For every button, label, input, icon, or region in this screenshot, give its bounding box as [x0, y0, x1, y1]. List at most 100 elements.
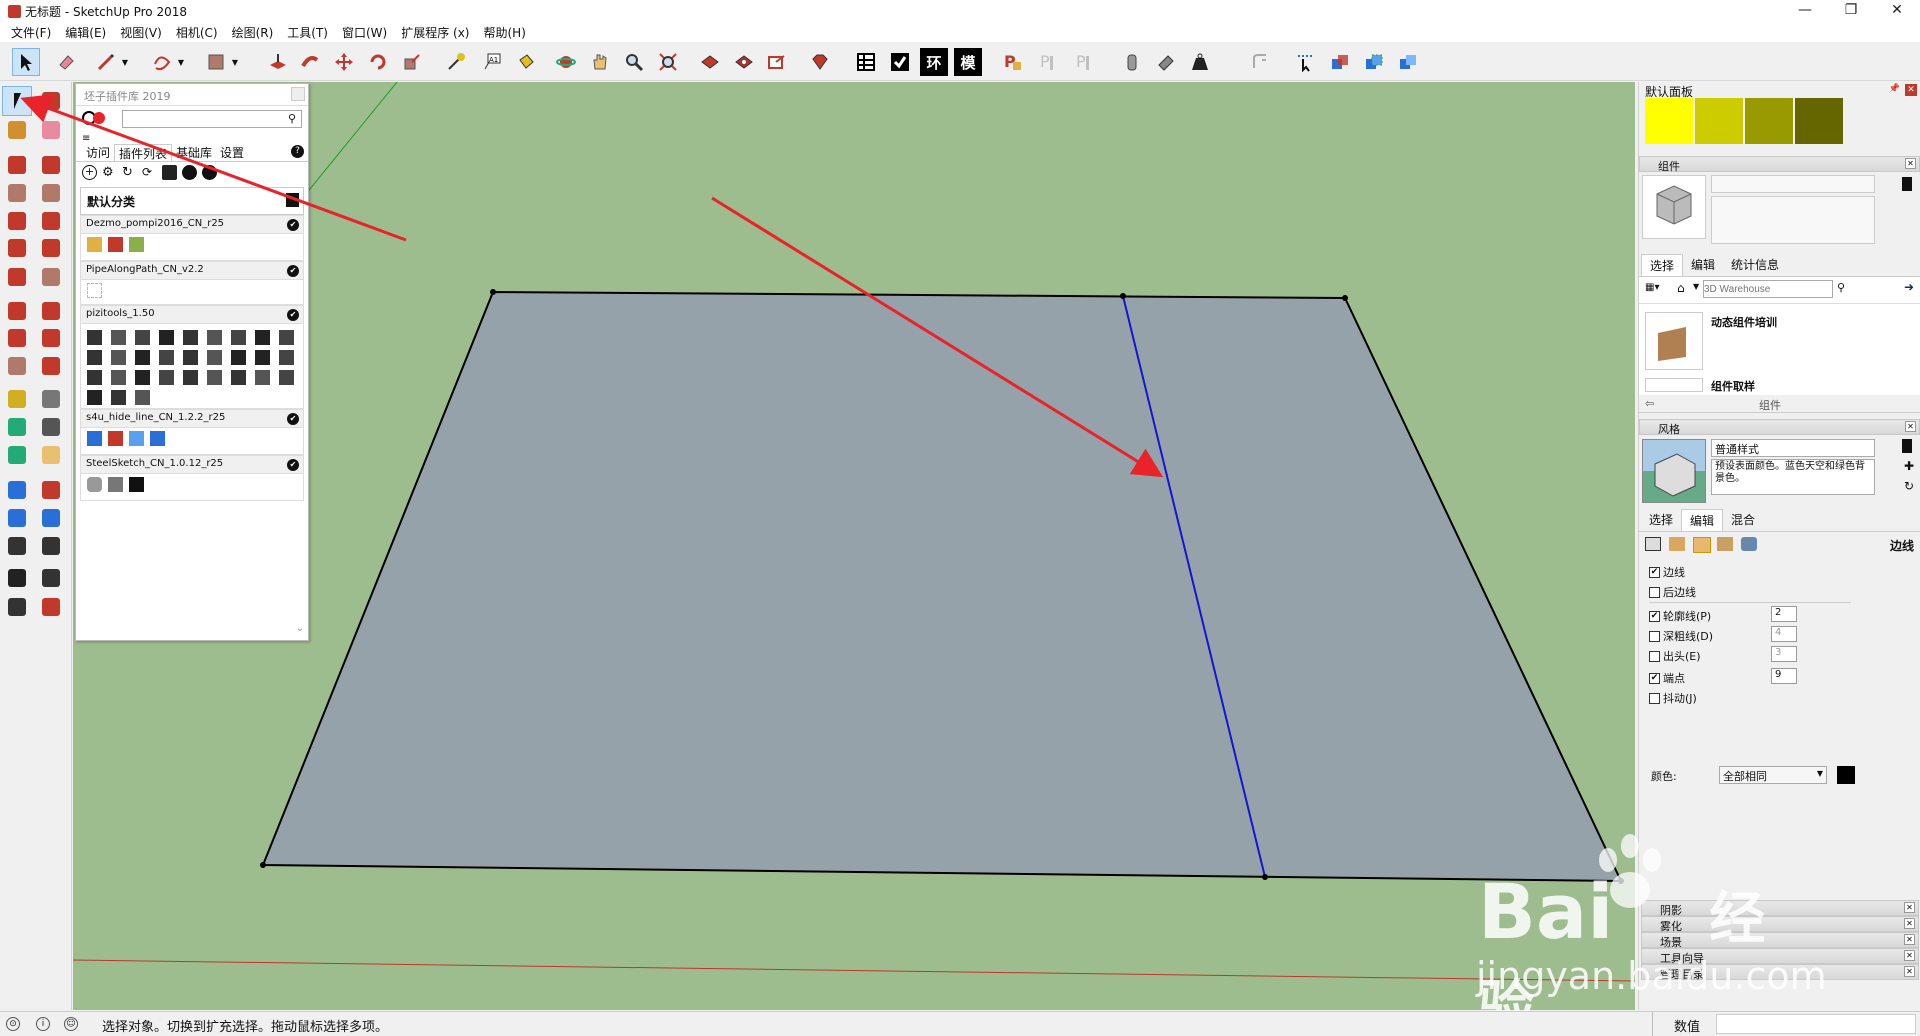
- tool-icon[interactable]: [87, 390, 102, 405]
- component-description-field[interactable]: [1711, 196, 1875, 244]
- tool-icon[interactable]: [135, 350, 150, 365]
- tool-icon[interactable]: [111, 330, 126, 345]
- edge-settings-icon[interactable]: [1645, 537, 1661, 551]
- category-header-s4u-hide-line[interactable]: s4u_hide_line_CN_1.2.2_r25 ✔: [81, 410, 303, 428]
- hide-line-tool-2[interactable]: [1326, 48, 1354, 76]
- tool-icon[interactable]: [255, 350, 270, 365]
- hamburger-menu-icon[interactable]: ≡: [82, 133, 90, 144]
- plugin-search-input[interactable]: [122, 110, 302, 128]
- tool-icon[interactable]: [183, 350, 198, 365]
- menu-edit[interactable]: 编辑(E): [58, 22, 113, 42]
- geo-location-icon[interactable]: ⊙: [6, 1017, 20, 1031]
- tool-icon[interactable]: [135, 330, 150, 345]
- select-tool[interactable]: [12, 48, 40, 76]
- rotated-rect-tool[interactable]: [36, 178, 66, 208]
- styles-tab-mix[interactable]: 混合: [1723, 509, 1763, 531]
- component-item-thumbnail[interactable]: [1645, 312, 1703, 370]
- component-item-title[interactable]: 组件取样: [1711, 378, 1755, 394]
- tool-icon[interactable]: [207, 370, 222, 385]
- polygon-tool[interactable]: [36, 206, 66, 236]
- stacked-squares-dashed-icon[interactable]: [129, 431, 144, 446]
- tool-icon[interactable]: [279, 350, 294, 365]
- styles-tab-edit[interactable]: 编辑: [1681, 509, 1724, 531]
- check-circle-icon[interactable]: ✔: [287, 309, 299, 321]
- check-circle-icon[interactable]: ✔: [287, 219, 299, 231]
- dropdown-arrow-icon[interactable]: ▼: [1693, 282, 1699, 291]
- plugin-p-icon[interactable]: [108, 237, 123, 252]
- line-tool-dropdown[interactable]: ▼: [118, 48, 132, 76]
- scroll-down-icon[interactable]: ⌄: [296, 623, 304, 634]
- circle-tool[interactable]: [2, 206, 32, 236]
- depth-cue-option[interactable]: 深粗线(D): [1649, 628, 1713, 644]
- hide-line-icon[interactable]: [87, 431, 102, 446]
- text-tool[interactable]: A1: [478, 48, 506, 76]
- tool-icon[interactable]: [159, 350, 174, 365]
- export-icon[interactable]: [1902, 439, 1912, 453]
- push-pull-tool[interactable]: [36, 296, 66, 326]
- stacked-squares-blue-icon[interactable]: [150, 431, 165, 446]
- steel-plate-icon[interactable]: [108, 477, 123, 492]
- tool-icon[interactable]: [279, 330, 294, 345]
- measurements-input[interactable]: [1716, 1014, 1916, 1034]
- tool-icon[interactable]: [183, 370, 198, 385]
- section-plane-tool[interactable]: [36, 563, 66, 593]
- plugin-p-icon[interactable]: [129, 237, 144, 252]
- zoom-tool[interactable]: [2, 475, 32, 505]
- tool-icon[interactable]: [135, 370, 150, 385]
- scale-tool[interactable]: [398, 48, 426, 76]
- orbit-tool[interactable]: [2, 440, 32, 470]
- hide-line-tool-3[interactable]: [1360, 48, 1388, 76]
- check-circle-icon[interactable]: ✔: [287, 265, 299, 277]
- zoom-extents-tool[interactable]: [654, 48, 682, 76]
- folder-icon[interactable]: [162, 165, 177, 180]
- plane-face[interactable]: [261, 290, 1623, 883]
- tool-icon[interactable]: [231, 370, 246, 385]
- three-point-arc-tool[interactable]: [36, 262, 66, 292]
- color-swatch[interactable]: [1645, 98, 1693, 144]
- modeling-settings-icon[interactable]: [1741, 537, 1757, 551]
- pin-icon[interactable]: [286, 193, 299, 207]
- orbit-tool[interactable]: [552, 48, 580, 76]
- checkbox[interactable]: [1649, 630, 1660, 642]
- checkbox[interactable]: ✔: [1649, 566, 1660, 578]
- extension-manager-button[interactable]: [806, 48, 834, 76]
- check-circle-icon[interactable]: ✔: [287, 413, 299, 425]
- rotate-tool[interactable]: [2, 323, 32, 353]
- profiles-option[interactable]: ✔ 轮廓线(P): [1649, 608, 1711, 624]
- tool-icon[interactable]: [159, 330, 174, 345]
- endpoints-option[interactable]: ✔ 端点: [1649, 670, 1685, 686]
- back-edges-option[interactable]: 后边线: [1649, 584, 1696, 600]
- stacked-squares-icon[interactable]: [108, 431, 123, 446]
- face-settings-icon[interactable]: [1669, 537, 1685, 551]
- checkbox[interactable]: ✔: [1649, 610, 1660, 622]
- tab-base-library[interactable]: 基础库: [172, 144, 216, 161]
- mo-tool-button[interactable]: 模: [954, 48, 982, 76]
- styles-tray-header[interactable]: 风格 ✕: [1639, 419, 1920, 436]
- panel-close-button[interactable]: [291, 87, 305, 101]
- cylinder-icon[interactable]: [87, 477, 102, 492]
- color-swatch[interactable]: [1695, 98, 1743, 144]
- back-arrow-icon[interactable]: ⇦: [1645, 397, 1654, 410]
- extension-warehouse-button[interactable]: [730, 48, 758, 76]
- zoom-window-tool[interactable]: [36, 475, 66, 505]
- components-tab-statistics[interactable]: 统计信息: [1723, 254, 1787, 276]
- zoom-extents-tool[interactable]: [2, 503, 32, 533]
- pan-tool[interactable]: [36, 440, 66, 470]
- menu-help[interactable]: 帮助(H): [476, 22, 532, 42]
- add-circle-icon[interactable]: +: [82, 165, 97, 180]
- tool-icon[interactable]: [207, 350, 222, 365]
- paint-bucket-tool[interactable]: [2, 115, 32, 145]
- pie-tool[interactable]: [2, 262, 32, 292]
- checkmark-tool[interactable]: [886, 48, 914, 76]
- component-name-field[interactable]: [1711, 175, 1875, 193]
- create-style-icon[interactable]: ✚: [1904, 459, 1914, 473]
- category-header-steelsketch[interactable]: SteelSketch_CN_1.0.12_r25 ✔: [81, 456, 303, 474]
- close-icon[interactable]: ✕: [1904, 902, 1915, 913]
- style-name-field[interactable]: 普通样式: [1711, 439, 1875, 457]
- tool-icon[interactable]: [111, 370, 126, 385]
- profiles-width-input[interactable]: 2: [1771, 606, 1797, 622]
- steel-weight-tool[interactable]: [1186, 48, 1214, 76]
- eraser-2-tool[interactable]: [36, 115, 66, 145]
- close-icon[interactable]: ✕: [1904, 934, 1915, 945]
- shape-tool-dropdown[interactable]: ▼: [228, 48, 242, 76]
